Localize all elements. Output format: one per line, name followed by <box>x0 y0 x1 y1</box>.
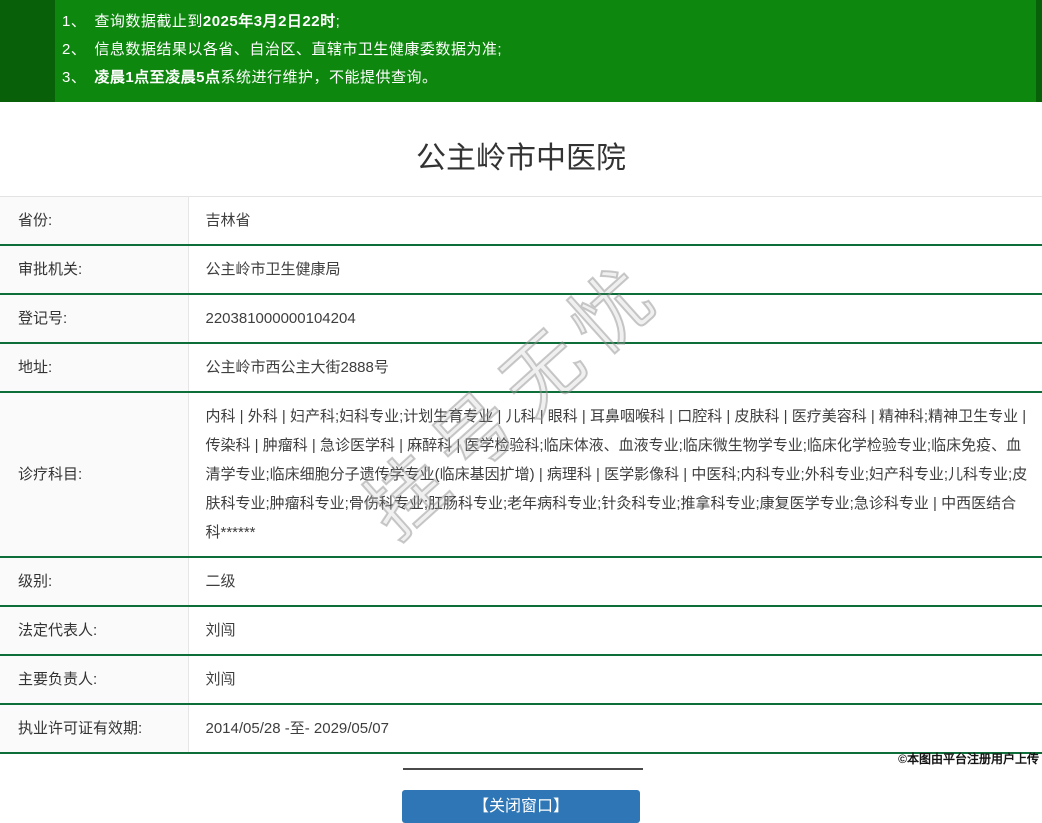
row-label: 级别: <box>0 557 188 606</box>
table-row: 地址: 公主岭市西公主大街2888号 <box>0 343 1042 392</box>
notice-number: 2、 <box>62 41 86 58</box>
row-label: 地址: <box>0 343 188 392</box>
notice-item: 1、查询数据截止到2025年3月2日22时; <box>62 8 1042 36</box>
notice-item: 3、凌晨1点至凌晨5点系统进行维护，不能提供查询。 <box>62 64 1042 92</box>
row-value: 220381000000104204 <box>188 294 1042 343</box>
notice-text: 查询数据截止到 <box>94 13 203 30</box>
row-value: 吉林省 <box>188 197 1042 246</box>
notice-banner: 1、查询数据截止到2025年3月2日22时; 2、信息数据结果以各省、自治区、直… <box>0 0 1042 102</box>
row-label: 诊疗科目: <box>0 392 188 557</box>
table-row: 法定代表人: 刘闯 <box>0 606 1042 655</box>
notice-number: 3、 <box>62 69 86 86</box>
page-title: 公主岭市中医院 <box>0 133 1042 177</box>
row-value: 公主岭市卫生健康局 <box>188 245 1042 294</box>
notice-text-bold: 2025年3月2日22时 <box>203 13 336 30</box>
row-value: 内科 | 外科 | 妇产科;妇科专业;计划生育专业 | 儿科 | 眼科 | 耳鼻… <box>188 392 1042 557</box>
row-value: 2014/05/28 -至- 2029/05/07 <box>188 704 1042 753</box>
notice-number: 1、 <box>62 13 86 30</box>
row-value: 公主岭市西公主大街2888号 <box>188 343 1042 392</box>
row-value: 刘闯 <box>188 655 1042 704</box>
row-label: 主要负责人: <box>0 655 188 704</box>
copyright-note: ©本图由平台注册用户上传 <box>898 750 1039 767</box>
row-label: 登记号: <box>0 294 188 343</box>
row-label: 审批机关: <box>0 245 188 294</box>
notice-text: 信息数据结果以各省、自治区、直辖市卫生健康委数据为准; <box>94 41 502 58</box>
row-label: 执业许可证有效期: <box>0 704 188 753</box>
close-window-button[interactable]: 【关闭窗口】 <box>402 790 640 823</box>
table-row: 登记号: 220381000000104204 <box>0 294 1042 343</box>
hospital-info-table: 省份: 吉林省 审批机关: 公主岭市卫生健康局 登记号: 22038100000… <box>0 196 1042 754</box>
table-row: 级别: 二级 <box>0 557 1042 606</box>
notice-text: ; <box>336 13 341 30</box>
table-row: 省份: 吉林省 <box>0 197 1042 246</box>
table-row: 主要负责人: 刘闯 <box>0 655 1042 704</box>
row-value: 刘闯 <box>188 606 1042 655</box>
notice-text: 系统进行维护，不能提供查询。 <box>221 69 438 86</box>
table-row: 执业许可证有效期: 2014/05/28 -至- 2029/05/07 <box>0 704 1042 753</box>
table-row: 诊疗科目: 内科 | 外科 | 妇产科;妇科专业;计划生育专业 | 儿科 | 眼… <box>0 392 1042 557</box>
notice-text-bold: 凌晨1点至凌晨5点 <box>94 69 220 86</box>
row-value: 二级 <box>188 557 1042 606</box>
table-row: 审批机关: 公主岭市卫生健康局 <box>0 245 1042 294</box>
banner-left-accent <box>0 0 55 102</box>
row-label: 法定代表人: <box>0 606 188 655</box>
row-label: 省份: <box>0 197 188 246</box>
notice-item: 2、信息数据结果以各省、自治区、直辖市卫生健康委数据为准; <box>62 36 1042 64</box>
